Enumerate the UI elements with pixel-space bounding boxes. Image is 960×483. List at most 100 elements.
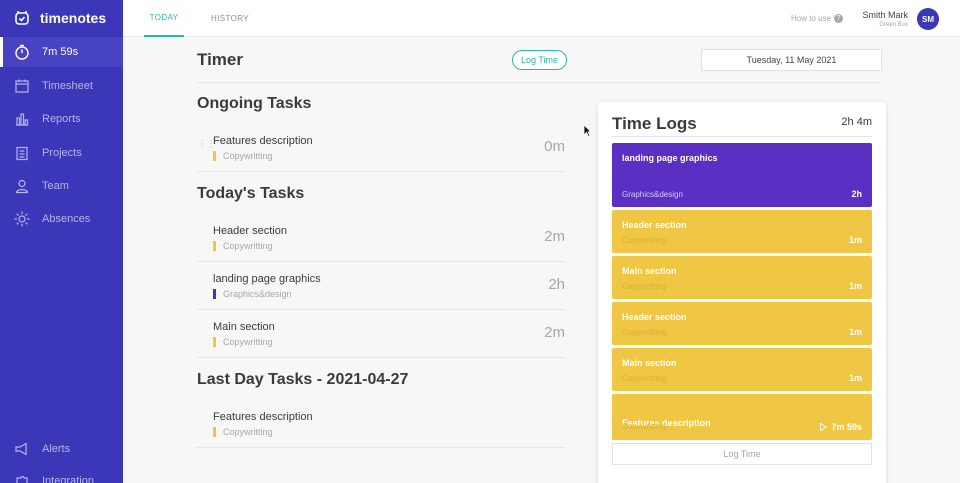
last-day-task-row[interactable]: Features description Copywritting [197, 400, 565, 448]
sidebar-item-label: Reports [42, 113, 81, 125]
log-category: Copywritting [622, 374, 667, 383]
divider [197, 82, 882, 83]
time-log-entry[interactable]: Header section Copywritting 1m [612, 210, 872, 253]
avatar[interactable]: SM [917, 8, 939, 30]
clipboard-icon [16, 146, 28, 161]
sidebar-item-projects[interactable]: Projects [0, 138, 123, 168]
timer-title: Timer [197, 50, 243, 69]
user-company: Green Box [879, 22, 908, 28]
task-category-label: Copywritting [223, 151, 273, 161]
sun-icon [14, 211, 30, 227]
sidebar-item-absences[interactable]: Absences [0, 204, 123, 234]
log-category: Graphics&design [622, 190, 683, 199]
task-name: Features description [213, 135, 313, 147]
megaphone-icon [15, 442, 27, 456]
log-duration: 1m [848, 235, 862, 245]
calendar-icon [15, 79, 29, 93]
task-category-label: Copywritting [223, 427, 273, 437]
divider [612, 136, 872, 137]
sidebar-item-integration[interactable]: Integration [0, 466, 123, 483]
question-icon: ? [834, 14, 844, 23]
stopwatch-icon [15, 44, 29, 60]
sidebar-item-label: Integration [42, 475, 94, 483]
today-task-row[interactable]: Main section Copywritting 2m [197, 310, 565, 358]
task-name: Main section [213, 321, 275, 333]
sidebar-item-label: Projects [42, 147, 82, 159]
time-logs-total: 2h 4m [841, 116, 872, 128]
how-to-use-label: How to use [791, 14, 832, 23]
bar-chart-icon [16, 113, 29, 126]
log-category: Copywritting [622, 236, 667, 245]
log-duration: 1m [848, 327, 862, 337]
log-duration-running: 7m 59s [820, 422, 862, 432]
last-day-tasks-title: Last Day Tasks - 2021-04-27 [197, 371, 409, 388]
task-name: Features description [213, 411, 313, 423]
category-color-bar [213, 427, 216, 437]
tab-today[interactable]: TODAY [144, 0, 184, 37]
sidebar-item-label: 7m 59s [42, 46, 79, 58]
time-log-entry[interactable]: landing page graphics Graphics&design 2h [612, 143, 872, 207]
log-name: Header section [622, 220, 687, 230]
task-category-label: Copywritting [223, 337, 273, 347]
brand-name: timenotes [40, 10, 107, 26]
top-bar: TODAY HISTORY How to use ? Smith Mark Gr… [123, 0, 960, 37]
task-category: Copywritting [213, 151, 273, 161]
ongoing-tasks-title: Ongoing Tasks [197, 95, 312, 112]
category-color-bar [213, 151, 216, 161]
task-duration: 2h [548, 276, 565, 293]
log-time-button[interactable]: Log Time [512, 50, 567, 70]
time-logs-title: Time Logs [612, 114, 697, 133]
task-name: Header section [213, 225, 287, 237]
task-category: Copywritting [213, 427, 273, 437]
category-color-bar [213, 289, 216, 299]
task-category-label: Graphics&design [223, 289, 292, 299]
time-log-entry[interactable]: Main section Copywritting 1m [612, 348, 872, 391]
category-color-bar [213, 337, 216, 347]
todays-tasks-title: Today's Tasks [197, 185, 305, 202]
today-task-row[interactable]: landing page graphics Graphics&design 2h [197, 262, 565, 310]
time-log-entry[interactable]: Header section Copywritting 1m [612, 302, 872, 345]
log-category: Copywritting [622, 328, 667, 337]
sidebar-item-team[interactable]: Team [0, 171, 123, 201]
sidebar-item-timer[interactable]: 7m 59s [0, 37, 123, 67]
log-name: Main section [622, 358, 677, 368]
ongoing-task-row[interactable]: ⋮⋮ Features description Copywritting 0m [197, 124, 565, 172]
log-time-button-panel[interactable]: Log Time [612, 443, 872, 465]
log-name: Header section [622, 312, 687, 322]
sidebar-item-reports[interactable]: Reports [0, 104, 123, 134]
log-category: Copywritting [622, 422, 667, 431]
sidebar-item-alerts[interactable]: Alerts [0, 434, 123, 464]
sidebar-item-label: Timesheet [42, 80, 93, 92]
log-name: Main section [622, 266, 677, 276]
log-duration: 2h [851, 189, 862, 199]
play-icon [820, 423, 828, 431]
how-to-use-link[interactable]: How to use ? [791, 14, 844, 23]
task-category: Copywritting [213, 337, 273, 347]
task-duration: 2m [544, 228, 565, 245]
log-duration: 1m [848, 373, 862, 383]
log-duration: 7m 59s [831, 422, 862, 432]
user-icon [15, 179, 29, 194]
category-color-bar [213, 241, 216, 251]
alarm-clock-icon [15, 11, 29, 25]
sidebar-item-label: Alerts [42, 443, 71, 455]
task-category: Copywritting [213, 241, 273, 251]
user-info[interactable]: Smith Mark Green Box [862, 10, 908, 28]
task-category: Graphics&design [213, 289, 292, 299]
task-name: landing page graphics [213, 273, 321, 285]
user-name: Smith Mark [862, 10, 908, 20]
task-duration: 0m [544, 138, 565, 155]
today-task-row[interactable]: Header section Copywritting 2m [197, 214, 565, 262]
date-picker[interactable]: Tuesday, 11 May 2021 [701, 49, 882, 71]
sidebar: timenotes 7m 59s Timesheet Reports Proje… [0, 0, 123, 483]
task-duration: 2m [544, 324, 565, 341]
time-log-entry[interactable]: Main section Copywritting 1m [612, 256, 872, 299]
log-category: Copywritting [622, 282, 667, 291]
brand[interactable]: timenotes [0, 0, 123, 36]
log-duration: 1m [848, 281, 862, 291]
log-name: landing page graphics [622, 153, 718, 163]
sidebar-item-timesheet[interactable]: Timesheet [0, 71, 123, 101]
time-log-entry-running[interactable]: Features description Copywritting 7m 59s [612, 394, 872, 440]
puzzle-icon [16, 475, 28, 483]
tab-history[interactable]: HISTORY [211, 0, 249, 37]
